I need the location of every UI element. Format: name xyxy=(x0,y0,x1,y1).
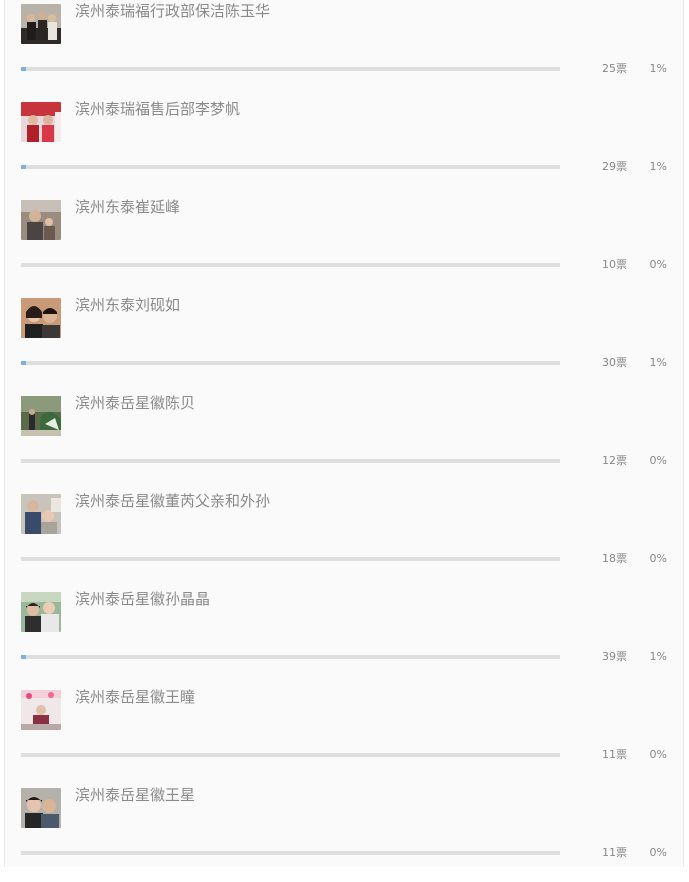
vote-percent: 1% xyxy=(649,62,667,75)
candidate-item[interactable]: 滨州东泰刘砚如 30票 1% xyxy=(5,294,683,392)
candidate-name: 滨州泰岳星徽王星 xyxy=(75,786,196,804)
vote-progress-bar xyxy=(21,753,560,757)
vote-progress-bar xyxy=(21,851,560,855)
vote-count: 39票 xyxy=(602,650,627,663)
vote-percent: 1% xyxy=(649,356,667,369)
vote-progress-bar xyxy=(21,655,560,659)
candidate-name: 滨州泰瑞福行政部保洁陈玉华 xyxy=(75,2,271,20)
vote-count: 30票 xyxy=(602,356,627,369)
vote-list: 滨州泰瑞福行政部保洁陈玉华 25票 1% 滨州泰瑞福售后部李梦帆 29票 1% … xyxy=(4,0,684,867)
candidate-name: 滨州泰岳星徽王瞳 xyxy=(75,688,196,706)
candidate-item[interactable]: 滨州泰岳星徽董芮父亲和外孙 18票 0% xyxy=(5,490,683,588)
candidate-item[interactable]: 滨州泰岳星徽王瞳 11票 0% xyxy=(5,686,683,784)
vote-progress-bar xyxy=(21,67,560,71)
vote-count: 29票 xyxy=(602,160,627,173)
vote-progress-bar xyxy=(21,165,560,169)
vote-progress-bar xyxy=(21,557,560,561)
candidate-photo-icon xyxy=(21,592,61,632)
candidate-item[interactable]: 滨州泰瑞福售后部李梦帆 29票 1% xyxy=(5,98,683,196)
vote-progress-fill xyxy=(21,361,27,365)
vote-progress-bar xyxy=(21,263,560,267)
candidate-name: 滨州东泰刘砚如 xyxy=(75,296,181,314)
candidate-item[interactable]: 滨州东泰崔延峰 10票 0% xyxy=(5,196,683,294)
vote-progress-bar xyxy=(21,459,560,463)
vote-percent: 1% xyxy=(649,160,667,173)
candidate-photo-icon xyxy=(21,788,61,828)
vote-percent: 0% xyxy=(649,454,667,467)
candidate-name: 滨州泰岳星徽陈贝 xyxy=(75,394,196,412)
vote-progress-bar xyxy=(21,361,560,365)
candidate-item[interactable]: 滨州泰岳星徽孙晶晶 39票 1% xyxy=(5,588,683,686)
candidate-photo-icon xyxy=(21,494,61,534)
candidate-name: 滨州泰岳星徽孙晶晶 xyxy=(75,590,211,608)
candidate-name: 滨州东泰崔延峰 xyxy=(75,198,181,216)
candidate-item[interactable]: 滨州泰岳星徽陈贝 12票 0% xyxy=(5,392,683,490)
candidate-name: 滨州泰岳星徽董芮父亲和外孙 xyxy=(75,492,271,510)
vote-percent: 0% xyxy=(649,552,667,565)
vote-percent: 0% xyxy=(649,258,667,271)
vote-percent: 0% xyxy=(649,748,667,761)
vote-count: 11票 xyxy=(602,748,627,761)
vote-progress-fill xyxy=(21,655,27,659)
candidate-photo-icon xyxy=(21,690,61,730)
vote-count: 18票 xyxy=(602,552,627,565)
candidate-photo-icon xyxy=(21,298,61,338)
vote-count: 12票 xyxy=(602,454,627,467)
vote-count: 10票 xyxy=(602,258,627,271)
candidate-photo-icon xyxy=(21,4,61,44)
vote-percent: 0% xyxy=(649,846,667,859)
vote-count: 11票 xyxy=(602,846,627,859)
vote-count: 25票 xyxy=(602,62,627,75)
candidate-item[interactable]: 滨州泰岳星徽王星 11票 0% xyxy=(5,784,683,882)
vote-progress-fill xyxy=(21,165,27,169)
candidate-photo-icon xyxy=(21,102,61,142)
vote-percent: 1% xyxy=(649,650,667,663)
candidate-photo-icon xyxy=(21,396,61,436)
candidate-name: 滨州泰瑞福售后部李梦帆 xyxy=(75,100,241,118)
vote-progress-fill xyxy=(21,67,27,71)
candidate-item[interactable]: 滨州泰瑞福行政部保洁陈玉华 25票 1% xyxy=(5,0,683,98)
candidate-photo-icon xyxy=(21,200,61,240)
